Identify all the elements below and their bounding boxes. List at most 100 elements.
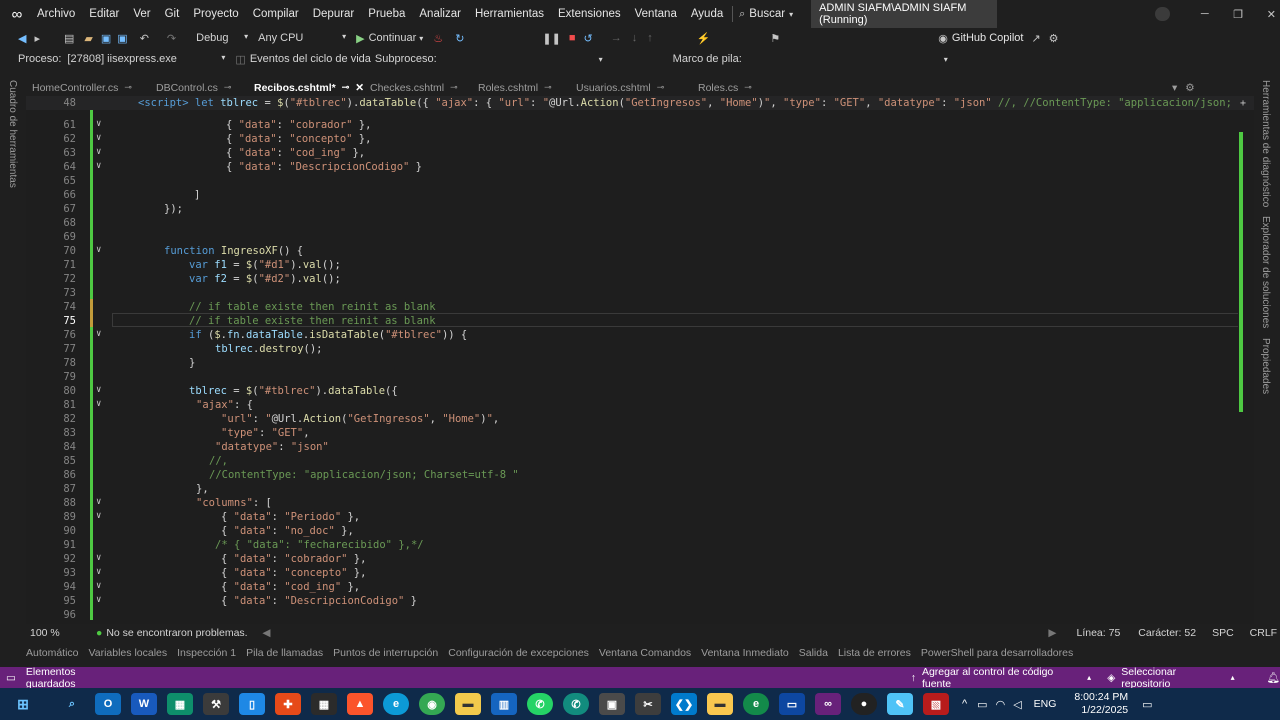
pin-icon[interactable]: ⊸	[657, 82, 665, 93]
notepad-icon[interactable]: ✎	[887, 693, 913, 715]
notifications-icon[interactable]: 🔔︎	[1267, 671, 1280, 684]
process-dropdown[interactable]: [27808] iisexpress.exe ▾	[67, 53, 225, 65]
step-into-icon[interactable]: ↓	[632, 32, 638, 44]
file-explorer-icon[interactable]: ▬	[455, 693, 481, 715]
menu-item[interactable]: Git	[158, 8, 187, 20]
fold-chevron-icon[interactable]: ∨	[96, 399, 101, 409]
calendar-icon[interactable]: ▦	[311, 693, 337, 715]
chevron-down-icon[interactable]: ▾	[789, 10, 793, 19]
visual-studio-icon[interactable]: ∞	[815, 693, 841, 715]
fold-chevron-icon[interactable]: ∨	[96, 245, 101, 255]
close-tab-icon[interactable]: ✕	[355, 82, 364, 94]
lifecycle-icon[interactable]: ◫	[235, 53, 245, 66]
menu-item[interactable]: Depurar	[306, 8, 362, 20]
panel-tab[interactable]: Salida	[799, 647, 828, 659]
tab-checkes-cshtml[interactable]: Checkes.cshtml ⊸	[364, 79, 472, 96]
open-file-icon[interactable]: ▰	[84, 32, 92, 45]
line-number[interactable]: Línea: 75	[1077, 627, 1121, 639]
copilot-icon[interactable]: ◉	[938, 32, 948, 45]
split-icon[interactable]: +	[1240, 98, 1246, 109]
chevron-down-icon[interactable]: ▾	[419, 34, 423, 43]
panel-tab[interactable]: Ventana Inmediato	[701, 647, 789, 659]
obs-icon[interactable]: ●	[851, 693, 877, 715]
fold-chevron-icon[interactable]: ∨	[96, 133, 101, 143]
pin-icon[interactable]: ⊸	[450, 82, 458, 93]
tab-roles-cshtml[interactable]: Roles.cshtml ⊸	[472, 79, 570, 96]
maximize-button[interactable]: ❐	[1229, 8, 1246, 21]
forward-icon[interactable]: ▸	[34, 32, 40, 45]
pin-icon[interactable]: ⊸	[124, 82, 132, 93]
menu-item[interactable]: Editar	[82, 8, 126, 20]
tab-list-dropdown-icon[interactable]: ▾	[1172, 82, 1177, 94]
panel-tab[interactable]: PowerShell para desarrolladores	[921, 647, 1073, 659]
settings-icon[interactable]: ⚙	[1185, 82, 1194, 94]
fold-chevron-icon[interactable]: ∨	[96, 329, 101, 339]
tab-roles-cs[interactable]: Roles.cs ⊸	[692, 79, 752, 96]
snipping-icon[interactable]: ✂	[635, 693, 661, 715]
menu-item[interactable]: Analizar	[412, 8, 468, 20]
fold-chevron-icon[interactable]: ∨	[96, 511, 101, 521]
platform-dropdown[interactable]: Any CPU ▾	[258, 32, 346, 44]
menu-item[interactable]: Proyecto	[186, 8, 245, 20]
redo-icon[interactable]: ↷	[167, 32, 176, 45]
select-repo[interactable]: Seleccionar repositorio	[1121, 666, 1226, 690]
whatsapp-business-icon[interactable]: ✆	[563, 693, 589, 715]
menu-item[interactable]: Extensiones	[551, 8, 628, 20]
pin-icon[interactable]: ⊸	[744, 82, 752, 93]
step-over-icon[interactable]: →	[611, 32, 622, 44]
problems-text[interactable]: No se encontraron problemas.	[106, 627, 254, 639]
sql-icon[interactable]: ▥	[491, 693, 517, 715]
word-icon[interactable]: W	[131, 693, 157, 715]
panel-tab[interactable]: Automático	[26, 647, 79, 659]
app-icon[interactable]: ▦	[167, 693, 193, 715]
tab-dbcontrol-cs[interactable]: DBControl.cs ⊸	[150, 79, 248, 96]
toolbox-tab[interactable]: Cuadro de herramientas	[7, 80, 18, 188]
menu-item[interactable]: Ayuda	[684, 8, 730, 20]
pin-icon[interactable]: ⊸	[544, 82, 552, 93]
app-orange-icon[interactable]: ✚	[275, 693, 301, 715]
new-file-icon[interactable]: ▤	[64, 32, 74, 45]
fold-chevron-icon[interactable]: ∨	[96, 385, 101, 395]
menu-item[interactable]: Compilar	[246, 8, 306, 20]
notification-center-icon[interactable]: ▭	[1142, 698, 1152, 711]
whatsapp-icon[interactable]: ✆	[527, 693, 553, 715]
vscode-icon[interactable]: ❮❯	[671, 693, 697, 715]
network-icon[interactable]: ▭	[977, 698, 987, 711]
clock[interactable]: 8:00:24 PM 1/22/2025	[1074, 691, 1128, 717]
menu-item[interactable]: Herramientas	[468, 8, 551, 20]
panel-tab[interactable]: Inspección 1	[177, 647, 236, 659]
scroll-left-icon[interactable]: ◀	[262, 627, 270, 639]
continue-icon[interactable]: ▶	[356, 32, 364, 45]
fold-chevron-icon[interactable]: ∨	[96, 553, 101, 563]
share-icon[interactable]: ↗	[1031, 32, 1040, 45]
minimize-button[interactable]: ─	[1196, 8, 1213, 20]
menu-item[interactable]: Ventana	[628, 8, 684, 20]
tab-homecontroller-cs[interactable]: HomeController.cs ⊸	[26, 79, 150, 96]
document-icon[interactable]: ▯	[239, 693, 265, 715]
panel-tab[interactable]: Puntos de interrupción	[333, 647, 438, 659]
config-dropdown[interactable]: Debug ▾	[196, 32, 248, 44]
monitor-icon[interactable]: ▭	[779, 693, 805, 715]
fold-chevron-icon[interactable]: ∨	[96, 147, 101, 157]
edge-dev-icon[interactable]: e	[743, 693, 769, 715]
code-editor[interactable]: 48 <script> let tblrec = $("#tblrec").dat…	[26, 96, 1254, 624]
panel-tab[interactable]: Variables locales	[89, 647, 168, 659]
diagnostics-icon[interactable]: ⚡	[697, 32, 711, 45]
stop-icon[interactable]: ■	[569, 32, 576, 44]
panel-tab[interactable]: Pila de llamadas	[246, 647, 323, 659]
chrome-icon[interactable]: ◉	[419, 693, 445, 715]
edge-icon[interactable]: e	[383, 693, 409, 715]
tab-usuarios-cshtml[interactable]: Usuarios.cshtml ⊸	[570, 79, 692, 96]
save-all-icon[interactable]: ▣	[117, 32, 127, 45]
fold-chevron-icon[interactable]: ∨	[96, 567, 101, 577]
scroll-right-icon[interactable]: ▶	[1048, 627, 1056, 639]
restart-icon[interactable]: ↻	[455, 32, 464, 45]
solution-explorer-tab[interactable]: Explorador de soluciones	[1260, 216, 1271, 328]
tools-icon[interactable]: ⚒	[203, 693, 229, 715]
pin-icon[interactable]: ⊸	[224, 82, 232, 93]
bookmark-icon[interactable]: ⚑	[770, 32, 780, 45]
language-indicator[interactable]: ENG	[1034, 698, 1057, 710]
wifi-icon[interactable]: ◠	[996, 698, 1006, 711]
undo-icon[interactable]: ↶	[140, 32, 149, 45]
photos-icon[interactable]: ▣	[599, 693, 625, 715]
